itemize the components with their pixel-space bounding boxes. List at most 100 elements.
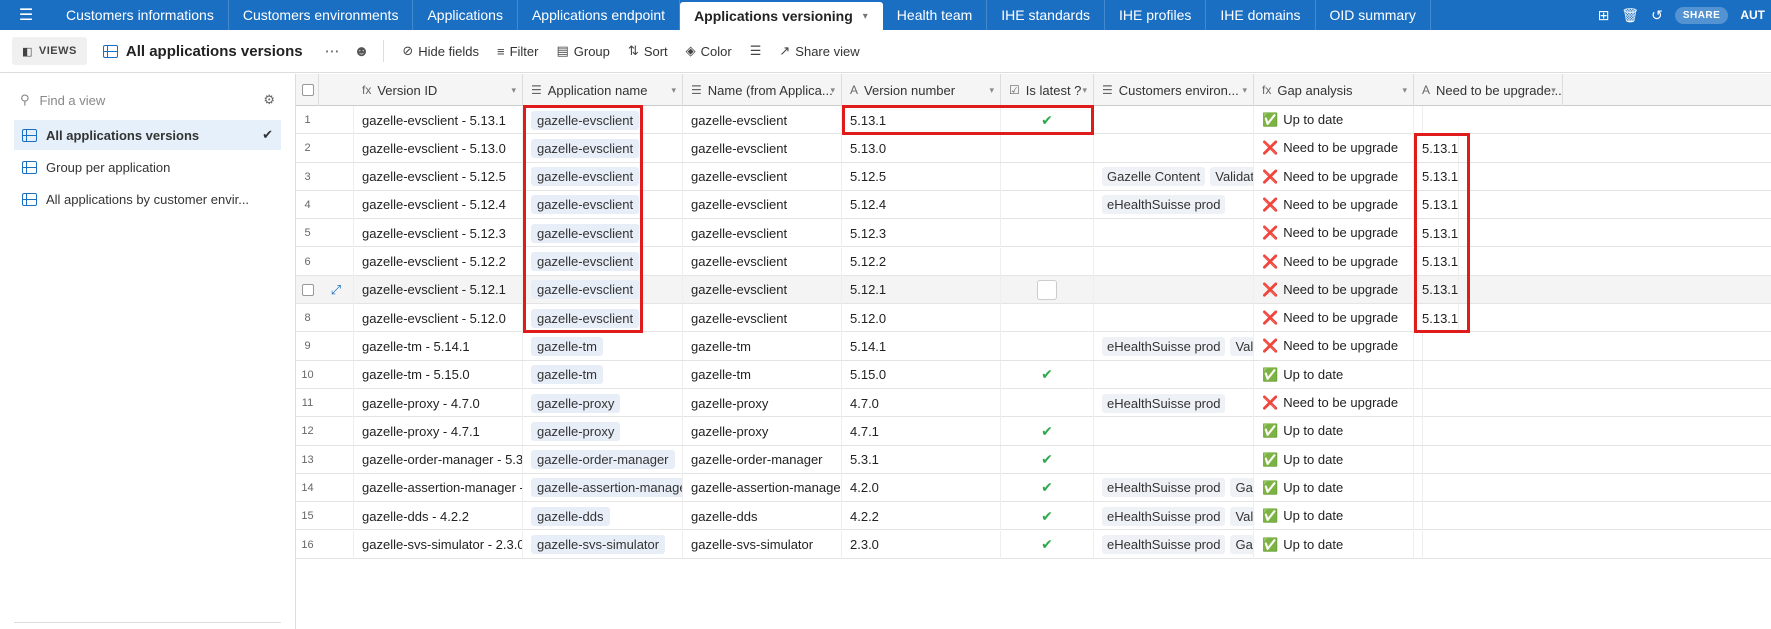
version-number-cell[interactable]: 5.12.1 [842, 275, 1001, 304]
customer-environments-cell[interactable]: Gazelle ContentValidation [1094, 162, 1254, 191]
lookup-name-cell[interactable]: gazelle-evsclient [683, 275, 842, 304]
hide-fields-button[interactable]: ⊘ Hide fields [402, 43, 479, 59]
customer-environments-cell[interactable]: eHealthSuisse prodValidati [1094, 502, 1254, 531]
gap-analysis-cell[interactable]: Up to date [1254, 445, 1414, 474]
version-number-cell[interactable]: 4.2.0 [842, 473, 1001, 502]
table-row[interactable]: 6 gazelle-evsclient - 5.12.2 gazelle-evscl… [296, 247, 1771, 276]
row-select-checkbox[interactable] [301, 283, 314, 296]
row-expand-cell[interactable] [319, 417, 354, 446]
version-id-cell[interactable]: gazelle-proxy - 4.7.0 [354, 389, 523, 417]
table-row[interactable]: 10 gazelle-tm - 5.15.0 gazelle-tm gazelle-t… [296, 360, 1771, 389]
upgrade-target-cell[interactable] [1414, 417, 1423, 446]
customer-environments-cell[interactable] [1094, 247, 1254, 276]
lookup-name-cell[interactable]: gazelle-tm [683, 332, 842, 361]
is-latest-cell[interactable] [1001, 190, 1094, 219]
application-name-cell[interactable]: gazelle-tm [523, 360, 683, 389]
version-id-cell[interactable]: gazelle-tm - 5.15.0 [354, 360, 523, 389]
column-header[interactable]: ☰ Customers environ... ▾ [1094, 74, 1254, 106]
is-latest-cell[interactable] [1001, 134, 1094, 163]
column-menu-caret-icon[interactable]: ▾ [671, 85, 676, 96]
version-id-cell[interactable]: gazelle-dds - 4.2.2 [354, 502, 523, 531]
tab-applications-endpoint[interactable]: Applications endpoint [518, 0, 681, 30]
version-id-cell[interactable]: gazelle-evsclient - 5.12.0 [354, 304, 523, 333]
upgrade-target-cell[interactable] [1414, 530, 1423, 559]
is-latest-cell[interactable]: ✔ [1001, 445, 1094, 474]
share-view-button[interactable]: ↗ Share view [779, 43, 859, 59]
application-name-cell[interactable]: gazelle-assertion-manager [523, 473, 683, 502]
version-id-cell[interactable]: gazelle-evsclient - 5.12.4 [354, 190, 523, 219]
is-latest-checkbox[interactable] [1037, 279, 1057, 300]
version-number-cell[interactable]: 5.12.5 [842, 162, 1001, 191]
sidebar-view-item[interactable]: All applications versions ✔ [14, 120, 281, 150]
gap-analysis-cell[interactable]: Up to date [1254, 530, 1414, 559]
tab-ihe-profiles[interactable]: IHE profiles [1105, 0, 1207, 30]
upgrade-target-cell[interactable] [1414, 360, 1423, 389]
column-header[interactable]: fx Version ID ▾ [354, 74, 523, 106]
customer-environments-cell[interactable] [1094, 134, 1254, 163]
add-icon[interactable]: ⊞ [1598, 7, 1610, 24]
sidebar-view-item[interactable]: Group per application [14, 152, 281, 182]
history-icon[interactable]: ↺ [1651, 7, 1663, 24]
upgrade-target-cell[interactable]: 5.13.1 [1414, 162, 1460, 191]
lookup-name-cell[interactable]: gazelle-tm [683, 360, 842, 389]
lookup-name-cell[interactable]: gazelle-evsclient [683, 134, 842, 163]
is-latest-cell[interactable] [1001, 219, 1094, 248]
color-button[interactable]: ◈ Color [686, 43, 732, 59]
menu-icon[interactable]: ☰ [0, 0, 52, 30]
upgrade-target-cell[interactable] [1414, 502, 1423, 531]
column-menu-caret-icon[interactable]: ▾ [989, 85, 994, 96]
table-row[interactable]: 5 gazelle-evsclient - 5.12.3 gazelle-evscl… [296, 219, 1771, 248]
row-expand-cell[interactable] [319, 219, 354, 248]
lookup-name-cell[interactable]: gazelle-evsclient [683, 219, 842, 248]
column-header[interactable]: A Need to be upgrade... ▾ [1414, 74, 1563, 106]
upgrade-target-cell[interactable]: 5.13.1 [1414, 304, 1460, 333]
view-title[interactable]: All applications versions [102, 43, 303, 60]
gap-analysis-cell[interactable]: Need to be upgrade [1254, 332, 1414, 361]
row-expand-cell[interactable] [319, 502, 354, 531]
version-number-cell[interactable]: 4.7.0 [842, 389, 1001, 417]
tab-oid-summary[interactable]: OID summary [1316, 0, 1431, 30]
is-latest-cell[interactable] [1001, 162, 1094, 191]
version-id-cell[interactable]: gazelle-evsclient - 5.12.1 [354, 275, 523, 304]
gap-analysis-cell[interactable]: Up to date [1254, 473, 1414, 502]
table-row[interactable]: 1 gazelle-evsclient - 5.13.1 gazelle-evscl… [296, 106, 1771, 135]
version-id-cell[interactable]: gazelle-evsclient - 5.13.1 [354, 106, 523, 134]
column-menu-caret-icon[interactable]: ▾ [1551, 85, 1556, 96]
gap-analysis-cell[interactable]: Up to date [1254, 106, 1414, 134]
more-options-icon[interactable]: ⋯ [325, 42, 340, 60]
customer-environments-cell[interactable] [1094, 445, 1254, 474]
version-id-cell[interactable]: gazelle-evsclient - 5.12.2 [354, 247, 523, 276]
table-row[interactable]: ⤢ gazelle-evsclient - 5.12.1 gazelle-evscl… [296, 275, 1771, 305]
upgrade-target-cell[interactable]: 5.13.1 [1414, 134, 1460, 163]
gap-analysis-cell[interactable]: Need to be upgrade [1254, 389, 1414, 417]
row-height-button[interactable]: ☰ [750, 43, 762, 59]
customer-environments-cell[interactable] [1094, 360, 1254, 389]
find-view-search[interactable]: ⚲ Find a view ⚙ [0, 82, 295, 118]
table-row[interactable]: 4 gazelle-evsclient - 5.12.4 gazelle-evscl… [296, 190, 1771, 220]
tab-customers-informations[interactable]: Customers informations [52, 0, 229, 30]
version-number-cell[interactable]: 5.12.3 [842, 219, 1001, 248]
lookup-name-cell[interactable]: gazelle-evsclient [683, 162, 842, 191]
column-menu-caret-icon[interactable]: ▾ [830, 85, 835, 96]
gap-analysis-cell[interactable]: Need to be upgrade [1254, 247, 1414, 276]
is-latest-cell[interactable]: ✔ [1001, 530, 1094, 559]
lookup-name-cell[interactable]: gazelle-evsclient [683, 304, 842, 333]
lookup-name-cell[interactable]: gazelle-evsclient [683, 247, 842, 276]
gap-analysis-cell[interactable]: Up to date [1254, 502, 1414, 531]
version-number-cell[interactable]: 5.15.0 [842, 360, 1001, 389]
table-row[interactable]: 9 gazelle-tm - 5.14.1 gazelle-tm gazelle-tm… [296, 332, 1771, 361]
table-row[interactable]: 13 gazelle-order-manager - 5.3.1 gazelle-o… [296, 445, 1771, 474]
gap-analysis-cell[interactable]: Need to be upgrade [1254, 134, 1414, 163]
gap-analysis-cell[interactable]: Need to be upgrade [1254, 219, 1414, 248]
version-number-cell[interactable]: 5.3.1 [842, 445, 1001, 474]
application-name-cell[interactable]: gazelle-evsclient [523, 275, 683, 304]
gap-analysis-cell[interactable]: Need to be upgrade [1254, 190, 1414, 219]
version-number-cell[interactable]: 5.12.4 [842, 190, 1001, 219]
gap-analysis-cell[interactable]: Need to be upgrade [1254, 304, 1414, 333]
version-number-cell[interactable]: 2.3.0 [842, 530, 1001, 559]
version-number-cell[interactable]: 5.14.1 [842, 332, 1001, 361]
lookup-name-cell[interactable]: gazelle-order-manager [683, 445, 842, 474]
lookup-name-cell[interactable]: gazelle-dds [683, 502, 842, 531]
group-button[interactable]: ▤ Group [556, 43, 609, 59]
application-name-cell[interactable]: gazelle-dds [523, 502, 683, 531]
